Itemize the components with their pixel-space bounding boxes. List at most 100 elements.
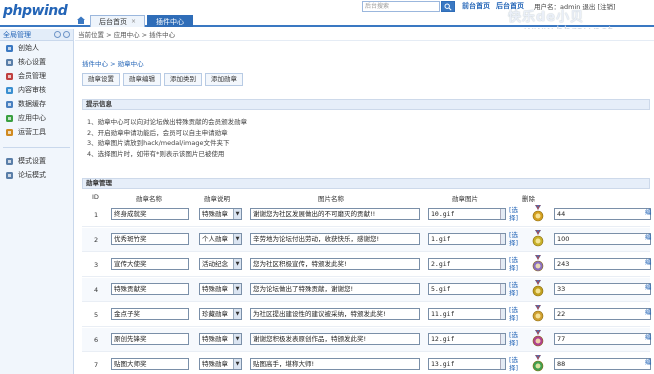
medal-order-input[interactable]: 88 <box>554 358 651 370</box>
sidebar-item[interactable]: 数据缓存 <box>0 97 73 111</box>
medal-order-input[interactable]: 22 <box>554 308 651 320</box>
medal-desc-input[interactable]: 您为社区积极宣传，特颁发此奖! <box>250 258 420 270</box>
search-button[interactable] <box>441 1 455 12</box>
user-icon <box>6 44 13 52</box>
sidebar-item-label: 模式设置 <box>18 157 46 165</box>
medal-name-input[interactable]: 贴图大师奖 <box>111 358 189 370</box>
select-image-link[interactable]: [选 择] <box>509 206 518 222</box>
medal-img-input[interactable]: 12.gif <box>428 333 506 345</box>
logo[interactable]: phpwind <box>3 3 68 19</box>
tips-header: 提示信息 <box>82 99 650 110</box>
medal-settings-button[interactable]: 勋章设置 <box>82 73 120 86</box>
edit-link[interactable]: 编 <box>645 256 652 266</box>
home-icon[interactable] <box>76 15 86 25</box>
edit-link[interactable]: 编 <box>645 356 652 366</box>
add-category-button[interactable]: 添加类别 <box>164 73 202 86</box>
frontend-home-link[interactable]: 前台首页 <box>462 1 490 11</box>
col-id: ID <box>92 193 99 201</box>
user-info[interactable]: 用户名：admin 退出 [注销] <box>534 1 616 11</box>
medal-type-select[interactable]: 个人勋章 ▼ <box>199 233 242 245</box>
medal-name-input[interactable]: 原创先锋奖 <box>111 333 189 345</box>
edit-link[interactable]: 编 <box>645 306 652 316</box>
medal-img-input[interactable]: 5.gif <box>428 283 506 295</box>
scrollbar[interactable] <box>500 284 505 294</box>
medal-type-select[interactable]: 特殊勋章 ▼ <box>199 208 242 220</box>
edit-link[interactable]: 编 <box>645 206 652 216</box>
backend-home-link[interactable]: 后台首页 <box>496 1 524 11</box>
medal-img-input[interactable]: 13.gif <box>428 358 506 370</box>
scrollbar[interactable] <box>500 309 505 319</box>
sidebar-item[interactable]: 论坛模式 <box>0 168 73 182</box>
add-medal-button[interactable]: 添加勋章 <box>205 73 243 86</box>
sidebar-item[interactable]: 内容审核 <box>0 83 73 97</box>
scrollbar[interactable] <box>500 359 505 369</box>
sidebar-item[interactable]: 模式设置 <box>0 154 73 168</box>
medal-name-input[interactable]: 宣传大使奖 <box>111 258 189 270</box>
medal-img-input[interactable]: 2.gif <box>428 258 506 270</box>
sidebar-item[interactable]: 创始人 <box>0 41 73 55</box>
medal-name-input[interactable]: 特殊贡献奖 <box>111 283 189 295</box>
scrollbar[interactable] <box>500 209 505 219</box>
medal-img-value: 2.gif <box>431 260 451 268</box>
select-image-link[interactable]: [选 择] <box>509 331 518 347</box>
medal-order-input[interactable]: 243 <box>554 258 651 270</box>
sidebar-item[interactable]: 核心设置 <box>0 55 73 69</box>
medal-order-input[interactable]: 44 <box>554 208 651 220</box>
chevron-down-icon[interactable]: ▼ <box>233 359 241 369</box>
collapse-icon[interactable] <box>54 31 61 38</box>
chevron-down-icon[interactable]: ▼ <box>233 334 241 344</box>
select-image-link[interactable]: [选 择] <box>509 256 518 272</box>
medal-type-select[interactable]: 特殊勋章 ▼ <box>199 333 242 345</box>
scrollbar[interactable] <box>500 234 505 244</box>
edit-link[interactable]: 编 <box>645 281 652 291</box>
select-image-link[interactable]: [选 择] <box>509 306 518 322</box>
medal-desc-input[interactable]: 谢谢您为社区发展做出的不可磨灭的贡献!! <box>250 208 420 220</box>
edit-link[interactable]: 编 <box>645 231 652 241</box>
medal-order-input[interactable]: 100 <box>554 233 651 245</box>
medal-name-input[interactable]: 终身成就奖 <box>111 208 189 220</box>
medal-type-select[interactable]: 珍藏勋章 ▼ <box>199 308 242 320</box>
medal-desc-input[interactable]: 为社区提出建设性的建议被采纳，特颁发此奖! <box>250 308 420 320</box>
medal-name-input[interactable]: 金点子奖 <box>111 308 189 320</box>
chevron-down-icon[interactable]: ▼ <box>233 209 241 219</box>
medal-order-input[interactable]: 77 <box>554 333 651 345</box>
sidebar-item-label: 论坛模式 <box>18 171 46 179</box>
medal-name-input[interactable]: 优秀斑竹奖 <box>111 233 189 245</box>
table-row: 2 优秀斑竹奖 个人勋章 ▼ 辛劳地为论坛付出劳动，收获快乐，感谢您! 1.gif [选 择… <box>82 228 652 252</box>
medal-order-input[interactable]: 33 <box>554 283 651 295</box>
sub-breadcrumb[interactable]: 插件中心 > 勋章中心 <box>82 58 144 68</box>
chevron-down-icon[interactable]: ▼ <box>233 259 241 269</box>
sidebar-item-label: 数据缓存 <box>18 100 46 108</box>
medal-desc-input[interactable]: 辛劳地为论坛付出劳动，收获快乐，感谢您! <box>250 233 420 245</box>
medal-icon <box>532 255 544 272</box>
scrollbar[interactable] <box>500 334 505 344</box>
main-panel: 当前位置 > 应用中心 > 插件中心 插件中心 > 勋章中心 勋章设置 勋章编辑… <box>75 29 654 374</box>
sidebar-item[interactable]: 应用中心 <box>0 111 73 125</box>
select-image-link[interactable]: [选 择] <box>509 231 518 247</box>
select-image-link[interactable]: [选 择] <box>509 281 518 297</box>
sidebar-item[interactable]: 会员管理 <box>0 69 73 83</box>
tab-plugin-center[interactable]: 插件中心 <box>147 15 194 27</box>
chevron-down-icon[interactable]: ▼ <box>233 284 241 294</box>
sidebar-item-label: 运营工具 <box>18 128 46 136</box>
select-image-link[interactable]: [选 择] <box>509 356 518 372</box>
medal-edit-button[interactable]: 勋章编辑 <box>123 73 161 86</box>
medal-img-input[interactable]: 1.gif <box>428 233 506 245</box>
chevron-down-icon[interactable]: ▼ <box>233 309 241 319</box>
settings-icon[interactable] <box>63 31 70 38</box>
medal-img-input[interactable]: 11.gif <box>428 308 506 320</box>
search-input[interactable]: 后台搜索 <box>362 1 440 12</box>
medal-type-select[interactable]: 特殊勋章 ▼ <box>199 283 242 295</box>
close-icon[interactable]: × <box>131 16 136 28</box>
medal-type-select[interactable]: 特殊勋章 ▼ <box>199 358 242 370</box>
edit-link[interactable]: 编 <box>645 331 652 341</box>
tab-admin-home[interactable]: 后台首页 × <box>90 15 146 28</box>
medal-desc-input[interactable]: 谢谢您积极发表原创作品，特颁发此奖! <box>250 333 420 345</box>
medal-img-input[interactable]: 10.gif <box>428 208 506 220</box>
medal-desc-input[interactable]: 贴图高手，堪称大师! <box>250 358 420 370</box>
sidebar-item[interactable]: 运营工具 <box>0 125 73 139</box>
chevron-down-icon[interactable]: ▼ <box>233 234 241 244</box>
medal-desc-input[interactable]: 您为论坛做出了特殊贡献，谢谢您! <box>250 283 420 295</box>
scrollbar[interactable] <box>500 259 505 269</box>
medal-type-select[interactable]: 活动纪念 ▼ <box>199 258 242 270</box>
